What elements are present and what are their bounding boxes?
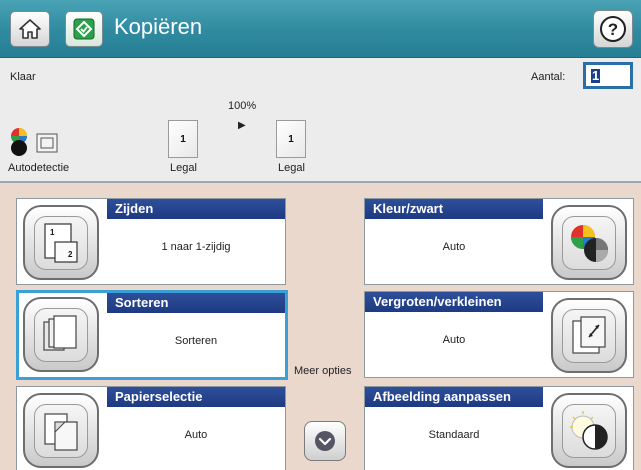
color-option[interactable]: Kleur/zwart Auto bbox=[364, 198, 634, 285]
resize-value: Auto bbox=[442, 334, 466, 346]
page-title: Kopiëren bbox=[114, 14, 203, 39]
output-page-thumbnail: 1 bbox=[276, 120, 306, 158]
zoom-level: 100% bbox=[228, 100, 257, 112]
output-paper-label: Legal bbox=[278, 162, 305, 174]
resize-icon bbox=[562, 308, 616, 363]
sides-icon: 1 2 bbox=[34, 215, 88, 270]
collate-icon bbox=[34, 307, 88, 362]
color-value: Auto bbox=[442, 241, 466, 253]
image-adjust-option[interactable]: Afbeelding aanpassen Standaard bbox=[364, 386, 634, 470]
copy-start-icon bbox=[73, 18, 95, 40]
color-black-icon bbox=[562, 215, 616, 270]
chevron-down-icon bbox=[315, 431, 335, 451]
image-adjust-button[interactable] bbox=[551, 393, 627, 468]
quantity-input[interactable]: 1 bbox=[583, 62, 633, 89]
image-adjust-value: Standaard bbox=[428, 429, 480, 441]
quantity-label: Aantal: bbox=[531, 71, 566, 83]
quantity-value: 1 bbox=[591, 67, 601, 83]
home-button[interactable] bbox=[10, 11, 50, 47]
collate-button[interactable] bbox=[23, 297, 99, 372]
copy-start-button[interactable] bbox=[65, 11, 103, 47]
paper-value: Auto bbox=[184, 429, 208, 441]
status-message: Klaar bbox=[10, 71, 36, 83]
more-options-label: Meer opties bbox=[294, 365, 352, 377]
title-bar: Kopiëren ? bbox=[0, 0, 641, 58]
home-icon bbox=[19, 19, 41, 39]
source-paper-label: Legal bbox=[170, 162, 197, 174]
paper-title: Papierselectie bbox=[107, 387, 285, 407]
sides-page-front: 1 bbox=[50, 228, 55, 237]
help-button[interactable]: ? bbox=[593, 10, 633, 48]
resize-button[interactable] bbox=[551, 298, 627, 373]
sides-page-back: 2 bbox=[68, 250, 73, 259]
color-autodetect-icon bbox=[11, 128, 58, 156]
output-page-number: 1 bbox=[288, 133, 294, 145]
source-page-number: 1 bbox=[180, 133, 186, 145]
collate-option[interactable]: Sorteren Sorteren bbox=[16, 290, 288, 380]
paper-option[interactable]: Papierselectie Auto bbox=[16, 386, 286, 470]
scroll-down-button[interactable] bbox=[304, 421, 346, 461]
paper-button[interactable] bbox=[23, 393, 99, 468]
svg-text:?: ? bbox=[608, 20, 618, 39]
collate-title: Sorteren bbox=[107, 293, 285, 313]
image-adjust-title: Afbeelding aanpassen bbox=[365, 387, 543, 407]
source-page-thumbnail: 1 bbox=[168, 120, 198, 158]
sides-option[interactable]: 1 2 Zijden 1 naar 1-zijdig bbox=[16, 198, 286, 285]
color-mode-label: Autodetectie bbox=[8, 162, 70, 174]
color-title: Kleur/zwart bbox=[365, 199, 543, 219]
resize-option[interactable]: Vergroten/verkleinen Auto bbox=[364, 291, 634, 378]
resize-title: Vergroten/verkleinen bbox=[365, 292, 543, 312]
image-adjust-icon bbox=[562, 403, 616, 458]
help-icon: ? bbox=[600, 16, 626, 42]
color-button[interactable] bbox=[551, 205, 627, 280]
arrow-right-icon: ▶ bbox=[238, 120, 246, 131]
paper-select-icon bbox=[34, 403, 88, 458]
sides-button[interactable]: 1 2 bbox=[23, 205, 99, 280]
collate-value: Sorteren bbox=[174, 335, 218, 347]
copy-preview-area: Klaar Aantal: 1 Autodetectie 100% ▶ 1 1 … bbox=[0, 58, 641, 181]
sides-title: Zijden bbox=[107, 199, 285, 219]
sides-value: 1 naar 1-zijdig bbox=[161, 241, 231, 253]
